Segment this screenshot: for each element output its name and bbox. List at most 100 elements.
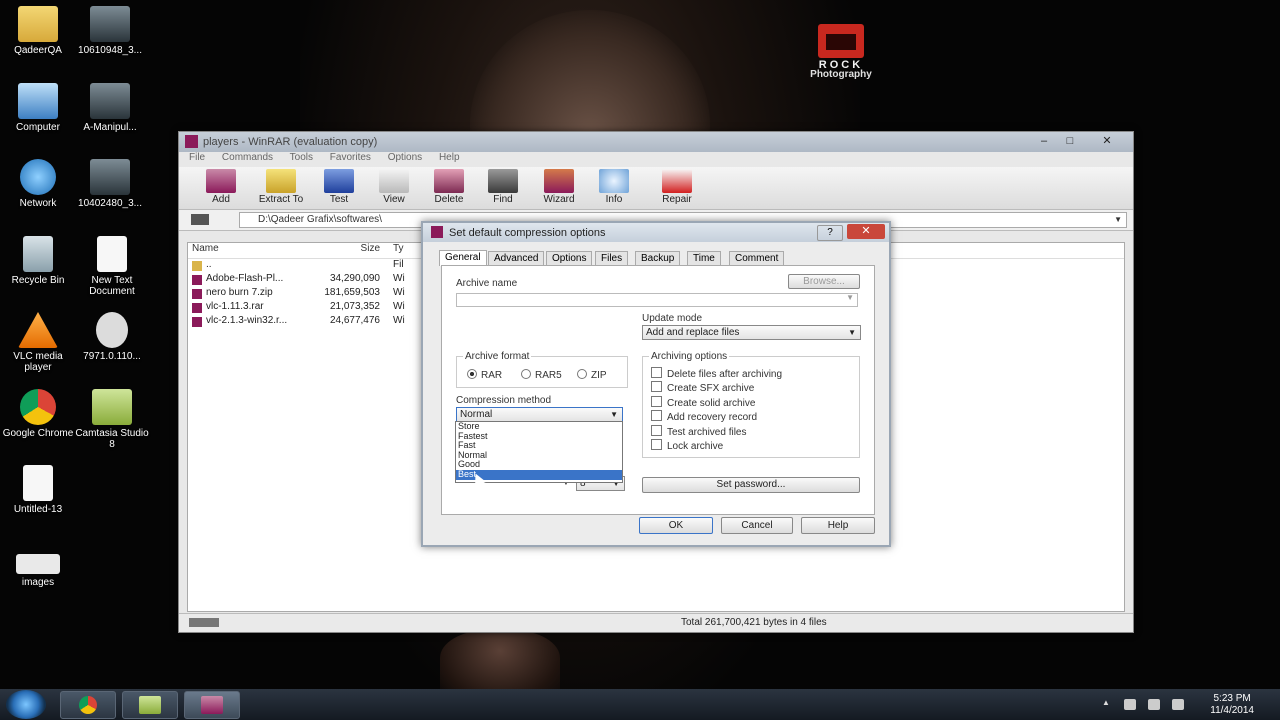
help-button[interactable]: Help [801,517,875,534]
desktop-icon-label: Untitled-13 [13,504,63,515]
desktop-icon-untitled-13[interactable]: Untitled-13 [0,465,76,515]
desktop-icon-new-text-document[interactable]: New Text Document [74,236,150,297]
compression-method-select[interactable]: Normal ▼ [456,407,623,422]
info-button[interactable]: Info [588,169,640,205]
help-icon[interactable]: ? [817,225,843,241]
desktop-icon-label: 10610948_3... [78,45,142,56]
column-size[interactable]: Size [308,243,380,254]
archiving-options-label: Archiving options [649,351,730,362]
start-button[interactable] [6,690,46,719]
chevron-down-icon[interactable]: ▼ [1114,213,1122,227]
add-recovery-checkbox[interactable]: Add recovery record [651,410,757,423]
maximize-icon[interactable]: □ [1057,133,1083,149]
taskbar-chrome[interactable] [60,691,116,719]
checkbox-icon [651,439,662,450]
option-normal[interactable]: Normal [456,450,622,461]
tab-advanced[interactable]: Advanced [488,251,545,265]
delete-files-checkbox[interactable]: Delete files after archiving [651,367,782,380]
desktop-icon-network[interactable]: Network [0,159,76,209]
desktop-icon-label: images [21,577,55,588]
cancel-button[interactable]: Cancel [721,517,793,534]
action-center-icon[interactable] [1124,699,1136,710]
find-button[interactable]: Find [477,169,529,205]
test-button[interactable]: Test [313,169,365,205]
desktop-icon-video-2[interactable]: A-Manipul... [72,83,148,133]
show-hidden-icons-icon[interactable]: ▲ [1102,698,1110,709]
tab-comment[interactable]: Comment [729,251,785,265]
text-document-icon [97,236,127,272]
desktop-icon-video-1[interactable]: 10610948_3... [72,6,148,56]
up-folder-icon[interactable] [191,214,209,225]
video-icon [90,83,130,119]
drive-icon[interactable] [189,618,219,627]
taskbar: ▲ 5:23 PM 11/4/2014 [0,689,1280,720]
option-good[interactable]: Good [456,460,622,470]
create-sfx-checkbox[interactable]: Create SFX archive [651,381,754,394]
desktop-icon-label: Camtasia Studio 8 [75,428,149,450]
test-archived-checkbox[interactable]: Test archived files [651,425,746,438]
path-text: D:\Qadeer Grafix\softwares\ [258,214,382,225]
ok-button[interactable]: OK [639,517,713,534]
desktop-icon-label: A-Manipul... [83,122,137,133]
close-icon[interactable]: ✕ [847,224,885,239]
desktop-icon-vlc[interactable]: VLC media player [0,312,76,373]
taskbar-winrar[interactable] [184,691,240,719]
menu-tools[interactable]: Tools [290,152,313,163]
taskbar-camtasia[interactable] [122,691,178,719]
wizard-button[interactable]: Wizard [533,169,585,205]
set-password-button[interactable]: Set password... [642,477,860,493]
desktop-icon-qadeerqa[interactable]: QadeerQA [0,6,76,56]
radio-selected-icon [467,369,477,379]
clock[interactable]: 5:23 PM 11/4/2014 [1210,693,1254,717]
menu-commands[interactable]: Commands [222,152,273,163]
menu-help[interactable]: Help [439,152,460,163]
desktop-icon-video-3[interactable]: 10402480_3... [72,159,148,209]
tab-backup[interactable]: Backup [635,251,681,265]
column-type[interactable]: Ty [393,243,404,254]
view-button[interactable]: View [368,169,420,205]
browse-button[interactable]: Browse... [788,274,860,289]
format-rar5-radio[interactable]: RAR5 [521,369,562,381]
desktop-icon-camtasia[interactable]: Camtasia Studio 8 [74,389,150,450]
format-rar-radio[interactable]: RAR [467,369,502,381]
column-name[interactable]: Name [192,243,219,254]
format-zip-radio[interactable]: ZIP [577,369,607,381]
lock-archive-checkbox[interactable]: Lock archive [651,439,723,452]
volume-icon[interactable] [1172,699,1184,710]
update-mode-value: Add and replace files [646,327,740,338]
desktop-icon-7971-file[interactable]: 7971.0.110... [74,312,150,362]
extract-to-label: Extract To [258,194,304,205]
tab-options[interactable]: Options [546,251,593,265]
create-solid-checkbox[interactable]: Create solid archive [651,396,755,409]
network-tray-icon[interactable] [1148,699,1160,710]
desktop-icon-recycle-bin[interactable]: Recycle Bin [0,236,76,286]
desktop-icon-computer[interactable]: Computer [0,83,76,133]
close-icon[interactable]: ✕ [1089,133,1125,149]
winrar-titlebar[interactable]: players - WinRAR (evaluation copy) ‒ □ ✕ [179,132,1133,152]
rar-file-icon [192,317,202,327]
add-button[interactable]: Add [195,169,247,205]
update-mode-select[interactable]: Add and replace files ▼ [642,325,861,340]
tab-general[interactable]: General [439,250,487,266]
tab-time[interactable]: Time [687,251,721,265]
checkbox-icon [651,410,662,421]
delete-button[interactable]: Delete [423,169,475,205]
minimize-icon[interactable]: ‒ [1031,133,1057,149]
wizard-icon [544,169,574,193]
desktop-icon-chrome[interactable]: Google Chrome [0,389,76,439]
winrar-menubar: File Commands Tools Favorites Options He… [179,152,1133,167]
repair-button[interactable]: Repair [651,169,703,205]
tab-files[interactable]: Files [595,251,629,265]
option-fastest[interactable]: Fastest [456,431,622,442]
file-type: Fil [393,259,404,270]
menu-favorites[interactable]: Favorites [330,152,371,163]
checkbox-icon [651,367,662,378]
menu-options[interactable]: Options [388,152,422,163]
extract-to-button[interactable]: Extract To [253,169,309,205]
zip-file-icon [192,289,202,299]
vlc-icon [18,312,58,348]
desktop-icon-images[interactable]: images [0,542,76,588]
archive-name-input[interactable]: ▼ [456,293,858,307]
menu-file[interactable]: File [189,152,205,163]
dialog-titlebar[interactable]: Set default compression options ? ✕ [423,223,889,242]
